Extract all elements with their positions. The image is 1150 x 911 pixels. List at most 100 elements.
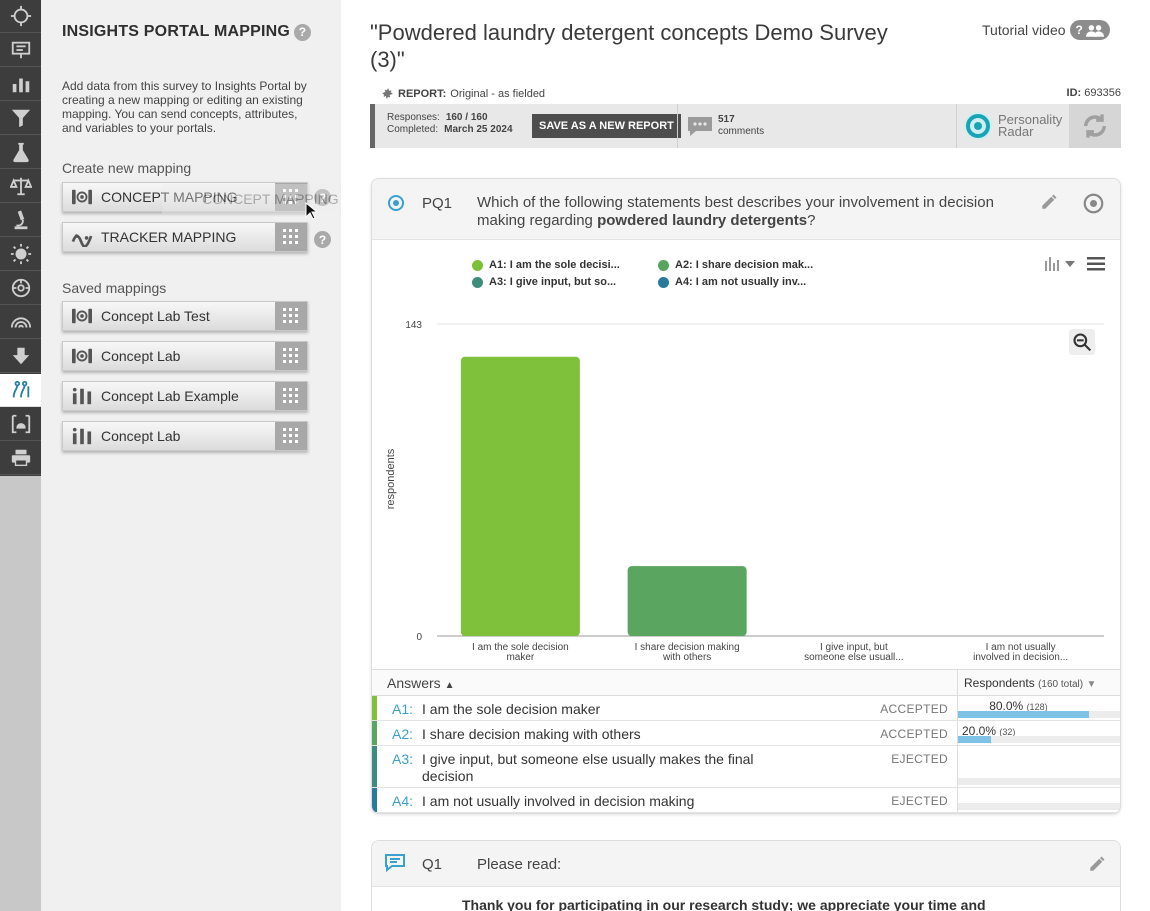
portal-icon[interactable] bbox=[0, 408, 41, 441]
answer-status[interactable]: EJECTED bbox=[842, 794, 948, 808]
answers-sort-header[interactable]: Answers ▲ bbox=[387, 675, 454, 691]
crosshair-icon[interactable] bbox=[0, 0, 41, 33]
answer-row[interactable]: A3: I give input, but someone else usuall… bbox=[372, 746, 1120, 788]
answer-progress-track bbox=[958, 803, 1120, 810]
saved-mapping-label: Concept Lab Test bbox=[101, 308, 210, 324]
survey-id-label: ID: bbox=[1066, 87, 1082, 99]
grid-icon[interactable] bbox=[275, 223, 307, 251]
legend-swatch bbox=[472, 259, 483, 271]
concept-icon bbox=[63, 306, 101, 326]
brain-icon[interactable] bbox=[0, 272, 41, 305]
comments-count: 517 bbox=[718, 114, 735, 125]
answer-status[interactable]: EJECTED bbox=[842, 752, 948, 766]
edit-pencil-icon[interactable] bbox=[1088, 855, 1106, 873]
save-as-new-report-button[interactable]: SAVE AS A NEW REPORT bbox=[532, 114, 681, 138]
people-icon bbox=[1085, 24, 1104, 37]
concept-icon bbox=[63, 187, 101, 207]
legend-label: A4: I am not usually inv... bbox=[675, 276, 807, 288]
saved-mapping-label: Concept Lab Example bbox=[101, 388, 239, 404]
menu-icon[interactable] bbox=[1087, 257, 1105, 271]
presentation-icon[interactable] bbox=[0, 34, 41, 67]
comments-button[interactable]: 517 comments bbox=[677, 104, 764, 148]
answer-row[interactable]: A1: I am the sole decision maker ACCEPTED 8… bbox=[372, 696, 1120, 721]
answer-progress-track bbox=[958, 778, 1120, 785]
question-header-q1: Q1 Please read: bbox=[372, 841, 1120, 887]
tracker-mapping-help-icon[interactable]: ? bbox=[314, 231, 331, 248]
scales-icon[interactable] bbox=[0, 170, 41, 203]
grid-icon[interactable] bbox=[275, 382, 307, 410]
x-tick-label: someone else usuall... bbox=[804, 652, 904, 663]
completed-label: Completed: bbox=[387, 124, 439, 135]
answer-row[interactable]: A2: I share decision making with others AC… bbox=[372, 721, 1120, 746]
microscope-icon[interactable] bbox=[0, 204, 41, 237]
main-content: "Powdered laundry detergent concepts Dem… bbox=[341, 0, 1150, 911]
grid-icon[interactable] bbox=[275, 342, 307, 370]
answer-progress-fill bbox=[958, 736, 991, 743]
question-select-radio[interactable] bbox=[388, 195, 404, 211]
chart-bars bbox=[460, 356, 747, 636]
question-settings-icon[interactable] bbox=[1083, 193, 1104, 214]
flask-icon[interactable] bbox=[0, 136, 41, 169]
mouse-cursor-icon bbox=[305, 202, 317, 220]
tutorial-help-glyph: ? bbox=[1075, 23, 1083, 37]
chart-bar[interactable] bbox=[627, 566, 747, 636]
tutorial-badge[interactable]: ? bbox=[1069, 20, 1110, 40]
help-icon[interactable]: ? bbox=[294, 23, 312, 41]
question-header: PQ1 Which of the following statements be… bbox=[372, 179, 1120, 240]
mapping-icon[interactable] bbox=[0, 374, 41, 407]
edit-pencil-icon[interactable] bbox=[1040, 193, 1058, 211]
tracker-bars-icon bbox=[63, 386, 101, 406]
download-icon[interactable] bbox=[0, 340, 41, 373]
answer-status[interactable]: ACCEPTED bbox=[842, 727, 948, 741]
y-tick-label: 0 bbox=[416, 632, 422, 643]
respondents-header[interactable]: Respondents (160 total) ▼ bbox=[957, 670, 1120, 697]
answer-color-bar bbox=[372, 746, 377, 787]
report-value[interactable]: Original - as fielded bbox=[450, 88, 545, 100]
answer-respondents bbox=[957, 788, 1120, 812]
responses-summary: Responses: 160 / 160 Completed: March 25 2… bbox=[387, 112, 513, 136]
create-mapping-heading: Create new mapping bbox=[62, 160, 192, 176]
y-tick-label: 143 bbox=[405, 320, 422, 331]
personality-radar-line2: Radar bbox=[998, 124, 1034, 139]
refresh-button[interactable] bbox=[1069, 104, 1121, 148]
chart-type-icon[interactable] bbox=[1045, 257, 1061, 271]
answer-progress-track bbox=[958, 711, 1120, 718]
y-axis-label: respondents bbox=[385, 448, 397, 509]
signal-icon[interactable] bbox=[0, 306, 41, 339]
filter-icon[interactable] bbox=[0, 102, 41, 135]
answer-row[interactable]: A4: I am not usually involved in decision… bbox=[372, 788, 1120, 813]
sun-icon[interactable] bbox=[0, 238, 41, 271]
question-card: PQ1 Which of the following statements be… bbox=[371, 178, 1121, 814]
chevron-down-icon[interactable] bbox=[1065, 261, 1075, 267]
legend-item[interactable]: A3: I give input, but so... bbox=[472, 276, 616, 288]
question-id-q1: Q1 bbox=[422, 856, 443, 873]
bar-chart-icon[interactable] bbox=[0, 68, 41, 101]
gear-icon[interactable] bbox=[381, 87, 394, 100]
grid-icon[interactable] bbox=[275, 302, 307, 330]
personality-radar-button[interactable]: Personality Radar bbox=[956, 104, 1071, 148]
panel-title: INSIGHTS PORTAL MAPPING ? bbox=[62, 23, 312, 41]
grid-icon[interactable] bbox=[275, 422, 307, 450]
answer-key: A2: bbox=[392, 726, 414, 742]
saved-mapping-item[interactable]: Concept Lab Example bbox=[62, 381, 308, 411]
print-icon[interactable] bbox=[0, 442, 41, 475]
chart-bar[interactable] bbox=[460, 356, 580, 636]
icon-rail-stack bbox=[0, 0, 41, 476]
answers-header: Answers ▲ Respondents (160 total) ▼ bbox=[372, 669, 1120, 697]
answer-status[interactable]: ACCEPTED bbox=[842, 702, 948, 716]
responses-value: 160 / 160 bbox=[445, 112, 488, 123]
responses-label: Responses: bbox=[387, 112, 440, 123]
legend-item[interactable]: A1: I am the sole decisi... bbox=[472, 259, 620, 271]
concept-icon bbox=[63, 346, 101, 366]
saved-mapping-item[interactable]: Concept Lab bbox=[62, 341, 308, 371]
answer-color-bar bbox=[372, 696, 377, 720]
tracker-mapping-button[interactable]: TRACKER MAPPING bbox=[62, 222, 308, 252]
tutorial-video-link[interactable]: Tutorial video ? bbox=[982, 20, 1110, 40]
survey-id: ID: 693356 bbox=[1067, 87, 1121, 99]
survey-title: "Powdered laundry detergent concepts Dem… bbox=[370, 20, 888, 72]
answer-text: I give input, but someone else usually m… bbox=[422, 751, 754, 784]
saved-mapping-item[interactable]: Concept Lab Test bbox=[62, 301, 308, 331]
saved-mapping-item[interactable]: Concept Lab bbox=[62, 421, 308, 451]
legend-item[interactable]: A2: I share decision mak... bbox=[658, 259, 813, 271]
legend-item[interactable]: A4: I am not usually inv... bbox=[658, 276, 806, 288]
